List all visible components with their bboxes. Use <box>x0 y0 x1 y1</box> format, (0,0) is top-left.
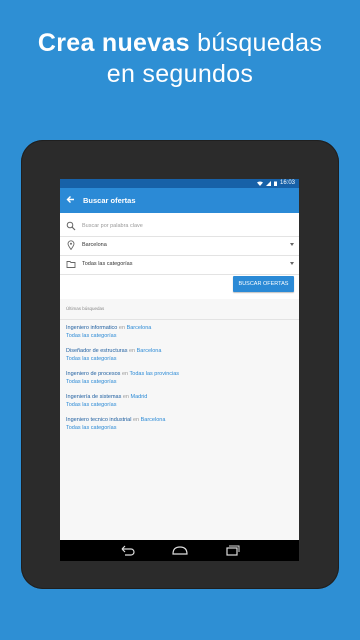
nav-recents-icon[interactable] <box>222 544 242 557</box>
app-screen: 16:03 Buscar ofertas Buscar por palabra … <box>60 179 299 560</box>
chevron-down-icon <box>290 262 294 265</box>
status-time: 16:03 <box>279 180 295 186</box>
folder-icon <box>66 261 76 268</box>
category-select[interactable]: Todas las categorías <box>60 255 299 275</box>
recent-search-connector: en <box>122 394 129 400</box>
recent-search-category: Todas las categorías <box>66 402 117 408</box>
recent-search-keyword: Ingeniero de procesos <box>66 371 121 377</box>
recent-search-keyword: Diseñador de estructuras <box>66 348 128 354</box>
keyword-search-row[interactable]: Buscar por palabra clave <box>60 217 299 237</box>
recent-search-item[interactable]: Ingeniero informatico en Barcelona Todas… <box>66 324 294 344</box>
recent-search-item[interactable]: Ingeniero de procesos en Todas las provi… <box>66 370 294 390</box>
recent-search-location: Todas las provincias <box>129 371 180 377</box>
recent-search-location: Madrid <box>130 394 148 400</box>
recent-search-category: Todas las categorías <box>66 425 117 431</box>
headline-line2: en segundos <box>106 60 254 88</box>
location-value: Barcelona <box>82 242 107 248</box>
arrow-back-icon[interactable] <box>66 193 78 207</box>
recent-search-category: Todas las categorías <box>66 356 117 362</box>
recent-search-line: Ingeniero de procesos en Todas las provi… <box>66 370 294 378</box>
recent-search-line: Diseñador de estructuras en Barcelona <box>66 347 294 355</box>
recent-search-location: Barcelona <box>136 348 162 354</box>
recent-search-keyword: Ingeniería de sistemas <box>66 394 122 400</box>
nav-back-icon[interactable] <box>118 544 138 557</box>
recent-searches-title: Últimas búsquedas <box>66 306 105 311</box>
status-bar: 16:03 <box>60 179 299 188</box>
headline-bold: Crea nuevas <box>37 29 190 57</box>
app-bar: Buscar ofertas <box>60 188 299 213</box>
nav-home-icon[interactable] <box>170 544 190 557</box>
page-title: Buscar ofertas <box>83 196 136 205</box>
recent-searches-header: Últimas búsquedas <box>60 299 299 320</box>
promo-headline: Crea nuevas búsquedas en segundos <box>0 28 360 90</box>
system-nav-bar <box>60 540 299 561</box>
status-icons: 16:03 <box>256 179 295 188</box>
category-value: Todas las categorías <box>82 261 133 267</box>
recent-searches-panel: Últimas búsquedas Ingeniero informatico … <box>60 299 299 560</box>
chevron-down-icon <box>290 243 294 246</box>
recent-search-category: Todas las categorías <box>66 333 117 339</box>
wifi-icon <box>256 181 263 186</box>
search-offers-button[interactable]: BUSCAR OFERTAS <box>233 276 294 292</box>
location-pin-icon <box>67 240 75 250</box>
recent-search-line: Ingeniería de sistemas en Madrid <box>66 393 294 401</box>
recent-search-item[interactable]: Diseñador de estructuras en Barcelona To… <box>66 347 294 367</box>
recent-search-connector: en <box>118 325 126 331</box>
recent-search-connector: en <box>121 371 129 377</box>
headline-line1: Crea nuevas búsquedas <box>0 28 360 59</box>
keyword-input[interactable]: Buscar por palabra clave <box>82 217 143 236</box>
search-icon <box>66 221 76 231</box>
recent-search-line: Ingeniero informatico en Barcelona <box>66 324 294 332</box>
recent-search-connector: en <box>132 417 140 423</box>
recent-search-location: Barcelona <box>140 417 166 423</box>
recent-search-keyword: Ingeniero tecnico industrial <box>66 417 132 423</box>
battery-icon <box>273 181 277 186</box>
recent-search-item[interactable]: Ingeniería de sistemas en Madrid Todas l… <box>66 393 294 413</box>
recent-search-location: Barcelona <box>126 325 152 331</box>
headline-light: búsquedas <box>197 29 323 57</box>
recent-search-item[interactable]: Ingeniero tecnico industrial en Barcelon… <box>66 416 294 436</box>
recent-search-category: Todas las categorías <box>66 379 117 385</box>
recent-search-line: Ingeniero tecnico industrial en Barcelon… <box>66 416 294 424</box>
signal-icon <box>265 181 271 186</box>
recent-search-connector: en <box>128 348 136 354</box>
recent-search-keyword: Ingeniero informatico <box>66 325 118 331</box>
location-select[interactable]: Barcelona <box>60 236 299 256</box>
